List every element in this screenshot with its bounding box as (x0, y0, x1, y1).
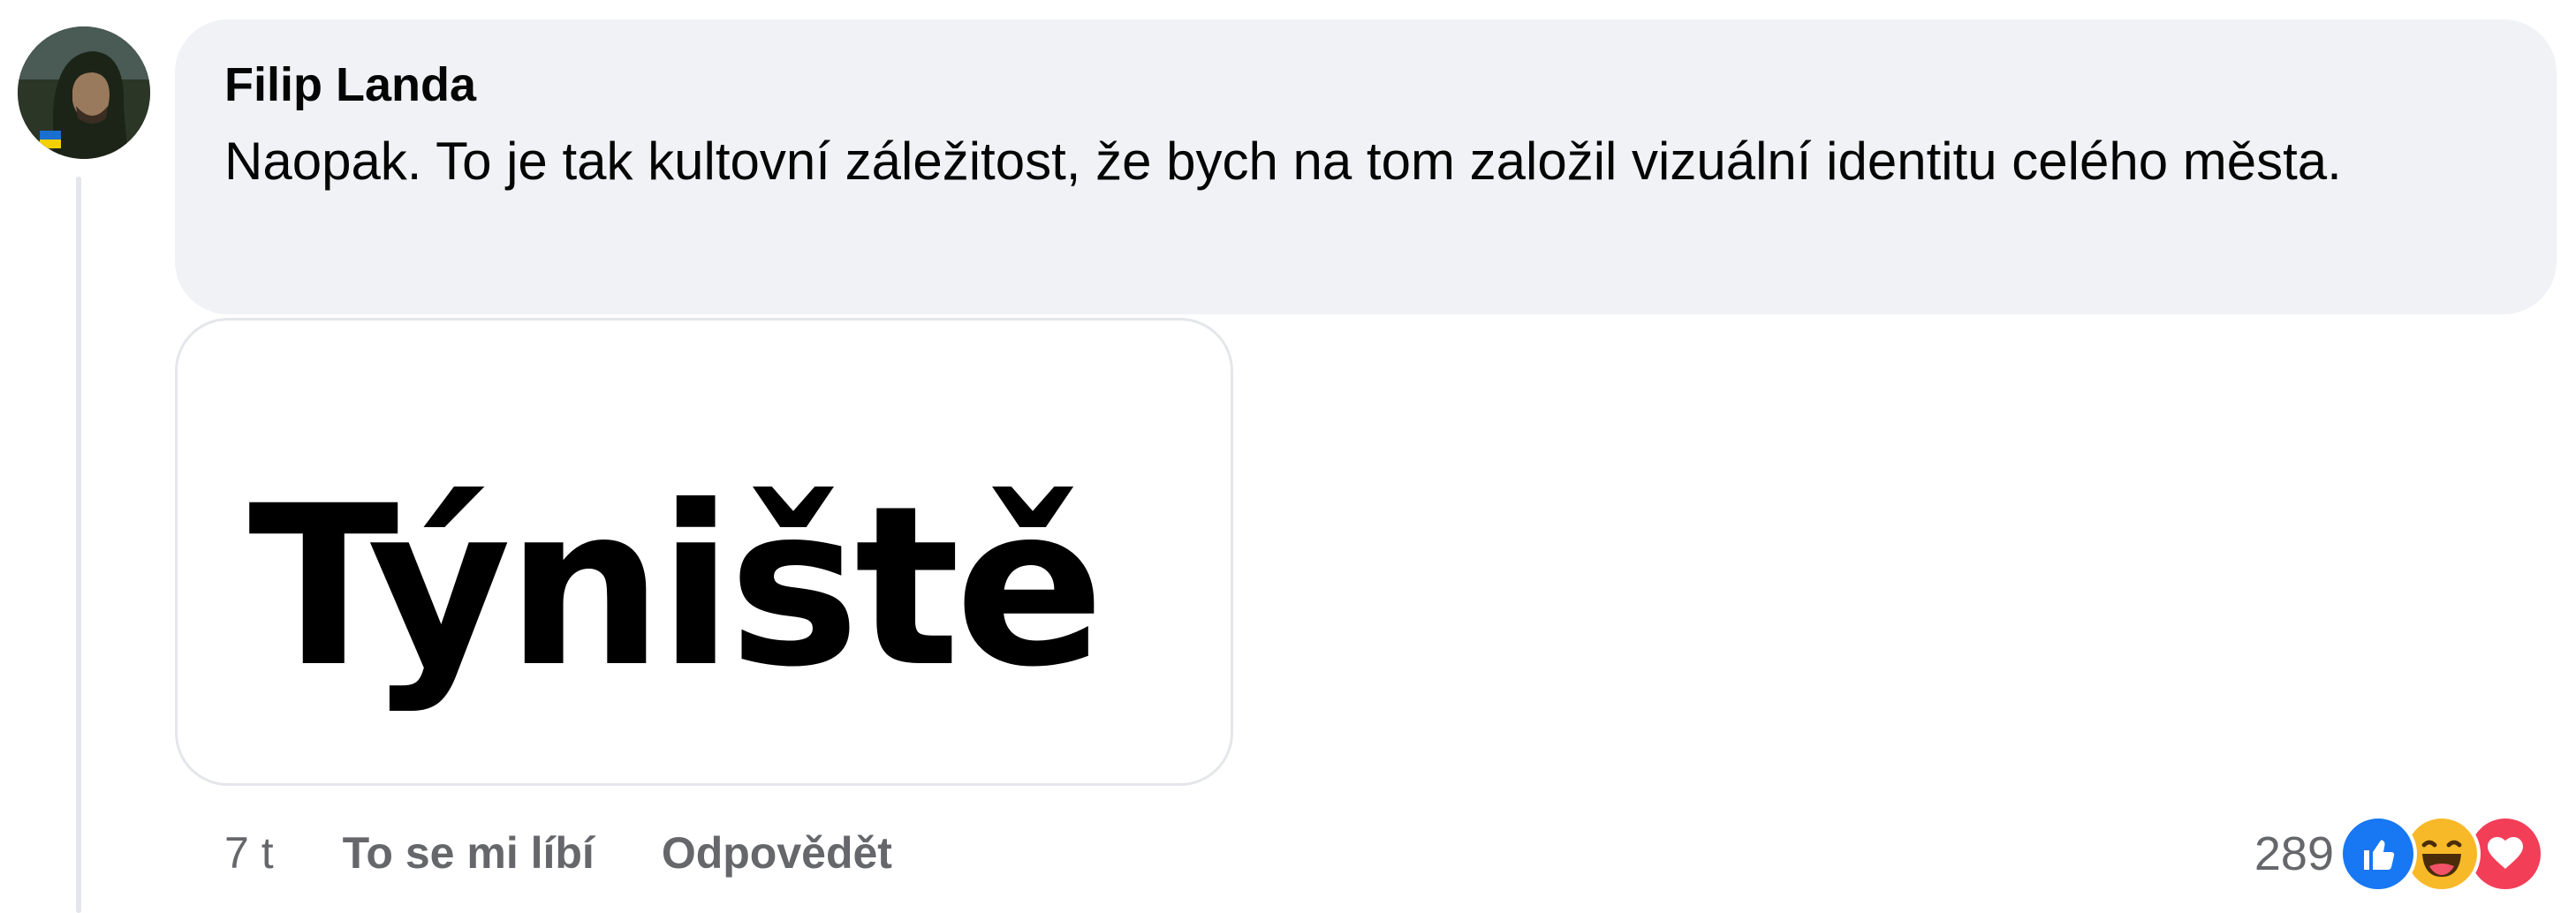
comment-author[interactable]: Filip Landa (224, 58, 2507, 111)
reaction-icons (2339, 815, 2544, 893)
tyniste-logo-image: Týniště (248, 458, 1104, 715)
comment-text: Naopak. To je tak kultovní záležitost, ž… (224, 132, 2342, 191)
comment-bubble: Filip Landa Naopak. To je tak kultovní z… (175, 19, 2557, 314)
thread-line (76, 177, 81, 913)
reaction-count: 289 (2254, 827, 2334, 880)
comment-time[interactable]: 7 t (224, 827, 274, 879)
avatar-image (18, 26, 150, 159)
comment-image-attachment[interactable]: Týniště (175, 318, 1233, 786)
logo-text: Týniště (248, 458, 1099, 715)
reactions-summary[interactable]: 289 (2254, 815, 2544, 893)
like-icon (2339, 815, 2417, 893)
reply-button[interactable]: Odpovědět (662, 827, 892, 879)
comment-actions: 7 t To se mi líbí Odpovědět (224, 826, 959, 879)
like-button[interactable]: To se mi líbí (343, 827, 595, 879)
avatar[interactable] (18, 26, 150, 159)
